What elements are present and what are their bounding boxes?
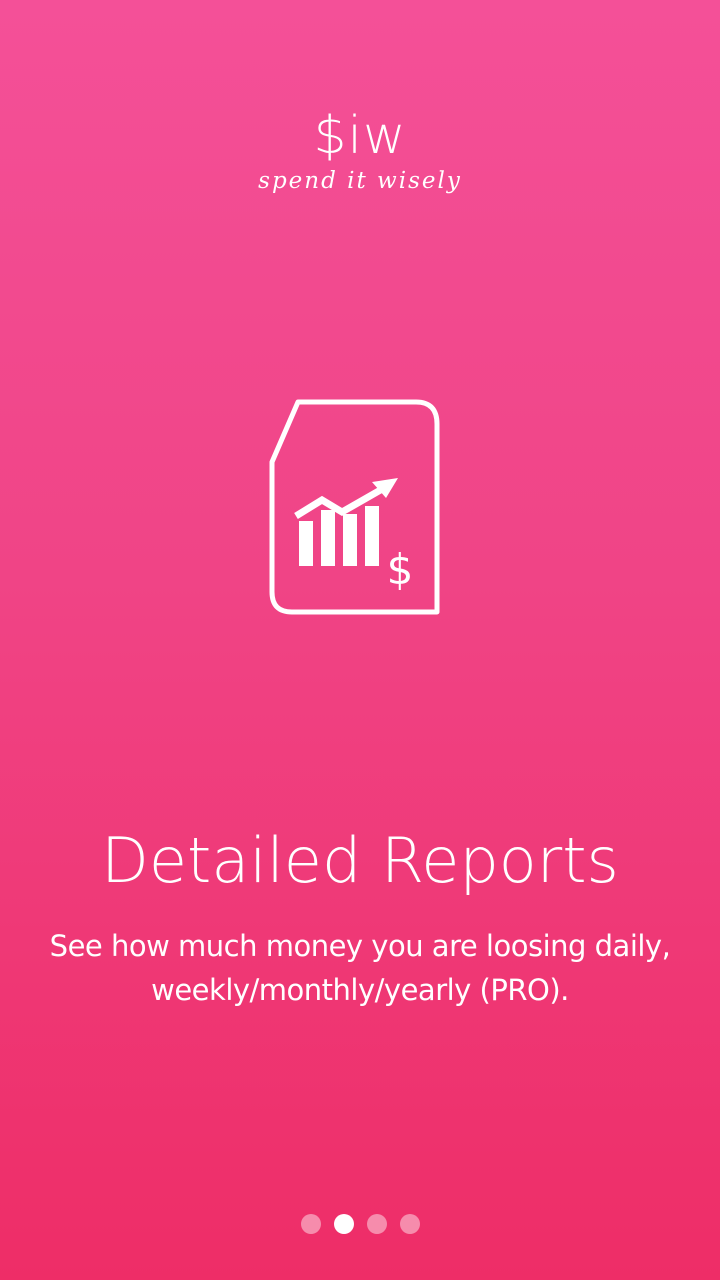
report-chart-dollar-icon: $ — [269, 399, 440, 615]
svg-text:$: $ — [387, 545, 414, 594]
page-dot-4[interactable] — [399, 1214, 420, 1234]
page-dot-3[interactable] — [366, 1214, 387, 1234]
page-dot-2[interactable] — [333, 1214, 354, 1234]
page-indicator[interactable] — [0, 1214, 720, 1234]
app-tagline: spend it wisely — [258, 168, 462, 194]
slide-title: Detailed Reports — [101, 824, 619, 897]
app-logo: $iw — [313, 106, 407, 166]
slide-description: See how much money you are loosing daily… — [49, 929, 671, 1007]
page-dot-1[interactable] — [300, 1214, 321, 1234]
